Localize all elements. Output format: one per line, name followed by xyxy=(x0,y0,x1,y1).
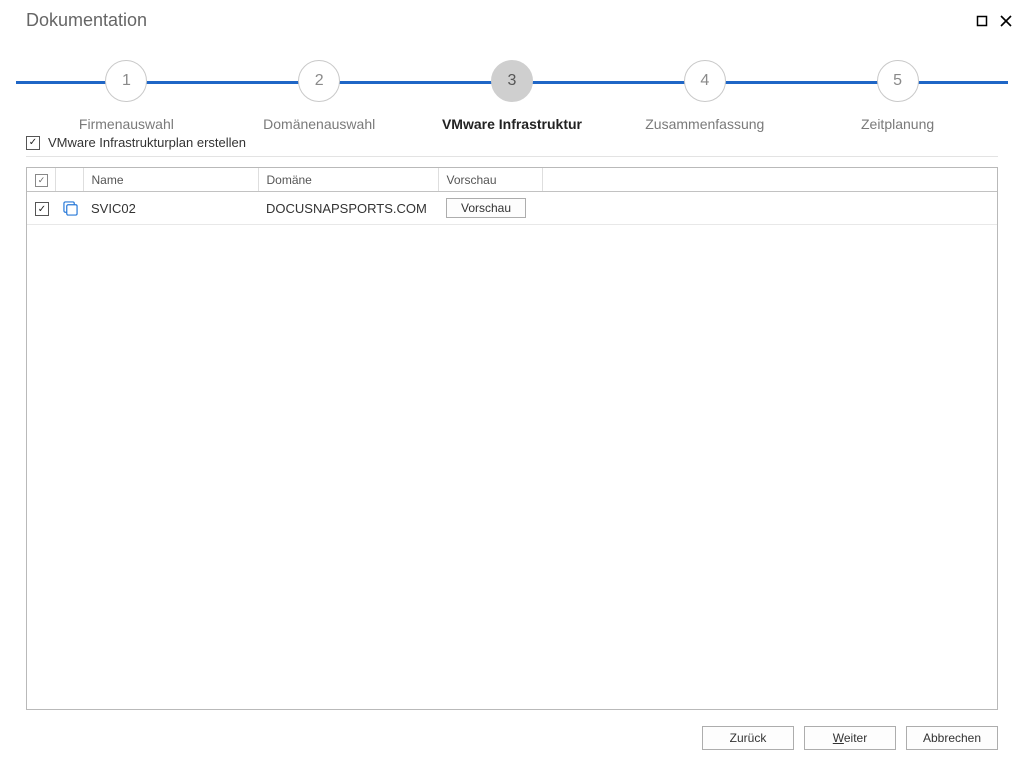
step-5[interactable]: 5 Zeitplanung xyxy=(813,35,983,132)
header-check-all[interactable] xyxy=(27,168,55,192)
step-3-number: 3 xyxy=(491,60,533,102)
table-row[interactable]: SVIC02 DOCUSNAPSPORTS.COM Vorschau xyxy=(27,192,997,225)
step-2-number: 2 xyxy=(298,60,340,102)
step-5-number: 5 xyxy=(877,60,919,102)
hosts-table: Name Domäne Vorschau xyxy=(27,168,997,225)
divider xyxy=(26,156,998,157)
row-domain: DOCUSNAPSPORTS.COM xyxy=(258,192,438,225)
step-5-label: Zeitplanung xyxy=(861,116,934,132)
header-spacer xyxy=(542,168,997,192)
cancel-button[interactable]: Abbrechen xyxy=(906,726,998,750)
next-accelerator: W xyxy=(833,731,844,745)
dialog: Dokumentation 1 Firmenauswahl 2 Domänena… xyxy=(0,0,1024,768)
create-plan-checkbox[interactable] xyxy=(26,136,40,150)
step-4[interactable]: 4 Zusammenfassung xyxy=(620,35,790,132)
wizard-steps: 1 Firmenauswahl 2 Domänenauswahl 3 VMwar… xyxy=(0,35,1024,125)
table-header-row: Name Domäne Vorschau xyxy=(27,168,997,192)
step-2-label: Domänenauswahl xyxy=(263,116,375,132)
title-bar: Dokumentation xyxy=(0,0,1024,35)
step-4-label: Zusammenfassung xyxy=(645,116,764,132)
preview-button[interactable]: Vorschau xyxy=(446,198,526,218)
next-rest: eiter xyxy=(844,731,867,745)
create-plan-label: VMware Infrastrukturplan erstellen xyxy=(48,135,246,150)
step-1-number: 1 xyxy=(105,60,147,102)
close-icon xyxy=(1000,15,1012,27)
step-3-label: VMware Infrastruktur xyxy=(442,116,582,132)
step-3[interactable]: 3 VMware Infrastruktur xyxy=(427,35,597,132)
step-1[interactable]: 1 Firmenauswahl xyxy=(41,35,211,132)
header-name[interactable]: Name xyxy=(83,168,258,192)
window-title: Dokumentation xyxy=(26,10,147,31)
check-all-icon xyxy=(35,174,48,187)
row-checkbox[interactable] xyxy=(35,202,49,216)
row-name: SVIC02 xyxy=(83,192,258,225)
step-1-label: Firmenauswahl xyxy=(79,116,174,132)
header-icon xyxy=(55,168,83,192)
dialog-footer: Zurück Weiter Abbrechen xyxy=(0,710,1024,768)
next-button[interactable]: Weiter xyxy=(804,726,896,750)
header-domain[interactable]: Domäne xyxy=(258,168,438,192)
hosts-panel: Name Domäne Vorschau xyxy=(26,167,998,710)
maximize-icon xyxy=(976,15,988,27)
step-2[interactable]: 2 Domänenauswahl xyxy=(234,35,404,132)
vmware-host-icon xyxy=(63,201,75,216)
header-preview[interactable]: Vorschau xyxy=(438,168,542,192)
back-button[interactable]: Zurück xyxy=(702,726,794,750)
step-4-number: 4 xyxy=(684,60,726,102)
maximize-button[interactable] xyxy=(974,13,990,29)
close-button[interactable] xyxy=(998,13,1014,29)
